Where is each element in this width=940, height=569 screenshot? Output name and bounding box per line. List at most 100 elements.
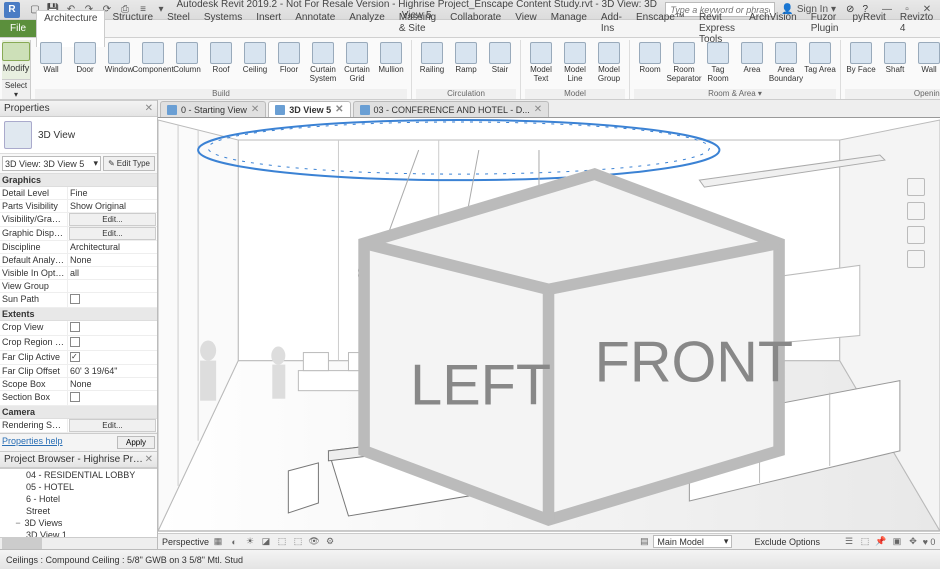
edit-type-button[interactable]: ✎ Edit Type <box>103 156 155 171</box>
ribbon-button-floor[interactable]: Floor <box>273 42 305 75</box>
design-option-combo[interactable]: Main Model▾ <box>653 535 732 548</box>
property-value[interactable]: 60' 3 19/64" <box>68 365 157 377</box>
properties-help-link[interactable]: Properties help <box>2 436 63 449</box>
checkbox[interactable] <box>70 322 80 332</box>
project-browser-tree[interactable]: 04 - RESIDENTIAL LOBBY 05 - HOTEL 6 - Ho… <box>0 468 157 537</box>
roof-icon <box>210 42 232 64</box>
ribbon-button-component[interactable]: Component <box>137 42 169 75</box>
document-tab[interactable]: 0 - Starting View✕ <box>160 101 266 117</box>
filter-icon[interactable]: ☰ <box>842 536 856 548</box>
ribbon-button-wall[interactable]: Wall <box>913 42 940 75</box>
property-value[interactable]: Edit... <box>69 213 156 226</box>
property-value[interactable]: all <box>68 267 157 279</box>
ribbon-button-column[interactable]: Column <box>171 42 203 75</box>
document-tab[interactable]: 3D View 5✕ <box>268 101 350 117</box>
browser-node[interactable]: Street <box>0 505 157 517</box>
checkbox[interactable] <box>70 294 80 304</box>
ribbon-button-area-boundary[interactable]: Area Boundary <box>770 42 802 84</box>
ribbon-button-shaft[interactable]: Shaft <box>879 42 911 75</box>
property-value[interactable] <box>68 280 157 292</box>
property-value[interactable]: Edit... <box>69 227 156 240</box>
ribbon-button-stair[interactable]: Stair <box>484 42 516 75</box>
checkbox[interactable] <box>70 337 80 347</box>
worksets-icon[interactable]: ▤ <box>637 536 651 548</box>
ribbon-button-mullion[interactable]: Mullion <box>375 42 407 75</box>
hide-icon[interactable]: 👁 <box>307 536 321 548</box>
ribbon-button-railing[interactable]: Railing <box>416 42 448 75</box>
ribbon-button-area[interactable]: Area <box>736 42 768 75</box>
type-selector[interactable]: 3D View <box>0 117 157 154</box>
ribbon-button-room-separator[interactable]: Room Separator <box>668 42 700 84</box>
checkbox[interactable] <box>70 392 80 402</box>
shadow-icon[interactable]: ◪ <box>259 536 273 548</box>
browser-node[interactable]: 6 - Hotel <box>0 493 157 505</box>
checkbox[interactable] <box>70 352 80 362</box>
property-value[interactable] <box>68 391 157 405</box>
visual-style-icon[interactable]: ◐ <box>227 536 241 548</box>
browser-close-icon[interactable]: ✕ <box>145 454 153 465</box>
expand-icon[interactable]: − <box>14 518 22 528</box>
property-value[interactable]: Edit... <box>69 419 156 432</box>
browser-node[interactable]: 05 - HOTEL <box>0 481 157 493</box>
render-icon[interactable]: ⬚ <box>275 536 289 548</box>
ribbon-button-model-text[interactable]: Model Text <box>525 42 557 84</box>
ribbon-button-curtain-grid[interactable]: Curtain Grid <box>341 42 373 84</box>
detail-icon[interactable]: ▦ <box>211 536 225 548</box>
viewcube[interactable]: LEFT FRONT <box>158 128 928 533</box>
close-tab-icon[interactable]: ✕ <box>534 104 542 115</box>
ribbon-button-curtain-system[interactable]: Curtain System <box>307 42 339 84</box>
browser-node[interactable]: 3D View 1 <box>0 529 157 537</box>
ribbon-button-tag-room[interactable]: Tag Room <box>702 42 734 84</box>
property-value[interactable]: None <box>68 254 157 266</box>
document-tab[interactable]: 03 - CONFERENCE AND HOTEL - D...✕ <box>353 101 550 117</box>
ribbon-button-wall[interactable]: Wall <box>35 42 67 75</box>
sun-icon[interactable]: ☀ <box>243 536 257 548</box>
select-links-icon[interactable]: ⬚ <box>858 536 872 548</box>
property-value[interactable] <box>68 351 157 364</box>
ribbon-button-tag-area[interactable]: Tag Area <box>804 42 836 75</box>
pan-icon[interactable] <box>907 202 925 220</box>
ribbon-button-window[interactable]: Window <box>103 42 135 75</box>
property-category[interactable]: Camera <box>0 406 157 419</box>
property-category[interactable]: Graphics <box>0 174 157 187</box>
ribbon-button-ceiling[interactable]: Ceiling <box>239 42 271 75</box>
select-pinned-icon[interactable]: 📌 <box>874 536 888 548</box>
ribbon-button-model-group[interactable]: Model Group <box>593 42 625 84</box>
properties-close-icon[interactable]: ✕ <box>145 103 153 114</box>
instance-selector[interactable]: 3D View: 3D View 5▾ <box>2 156 101 171</box>
crop-icon[interactable]: ⬚ <box>291 536 305 548</box>
property-value[interactable]: Architectural <box>68 241 157 253</box>
zoom-icon[interactable] <box>907 226 925 244</box>
orbit-icon[interactable] <box>907 250 925 268</box>
scale-label[interactable]: Perspective <box>162 537 209 547</box>
close-tab-icon[interactable]: ✕ <box>335 104 343 115</box>
property-value[interactable]: Fine <box>68 187 157 199</box>
close-tab-icon[interactable]: ✕ <box>251 104 259 115</box>
browser-node[interactable]: 04 - RESIDENTIAL LOBBY <box>0 469 157 481</box>
reveal-icon[interactable]: ⚙ <box>323 536 337 548</box>
modify-panel[interactable]: Modify Select ▾ <box>2 40 31 99</box>
property-value[interactable] <box>68 336 157 350</box>
drag-icon[interactable]: ✥ <box>906 536 920 548</box>
steering-wheel-icon[interactable] <box>907 178 925 196</box>
ribbon-button-roof[interactable]: Roof <box>205 42 237 75</box>
ribbon-button-model-line[interactable]: Model Line <box>559 42 591 84</box>
file-tab[interactable]: File <box>0 20 36 37</box>
browser-scrollbar[interactable] <box>0 537 157 549</box>
view-canvas[interactable]: LEFT FRONT <box>158 118 940 533</box>
nav-bar[interactable] <box>906 178 926 298</box>
ribbon-button-door[interactable]: Door <box>69 42 101 75</box>
property-value[interactable]: Show Original <box>68 200 157 212</box>
ribbon-button-room[interactable]: Room <box>634 42 666 75</box>
ribbon-button-ramp[interactable]: Ramp <box>450 42 482 75</box>
property-value[interactable] <box>68 321 157 335</box>
property-value[interactable]: None <box>68 378 157 390</box>
ribbon-button-by-face[interactable]: By Face <box>845 42 877 75</box>
browser-node[interactable]: − 3D Views <box>0 517 157 529</box>
view-icon <box>275 105 285 115</box>
window-icon <box>108 42 130 64</box>
property-value[interactable] <box>68 293 157 307</box>
property-category[interactable]: Extents <box>0 308 157 321</box>
select-face-icon[interactable]: ▣ <box>890 536 904 548</box>
apply-button[interactable]: Apply <box>117 436 155 449</box>
